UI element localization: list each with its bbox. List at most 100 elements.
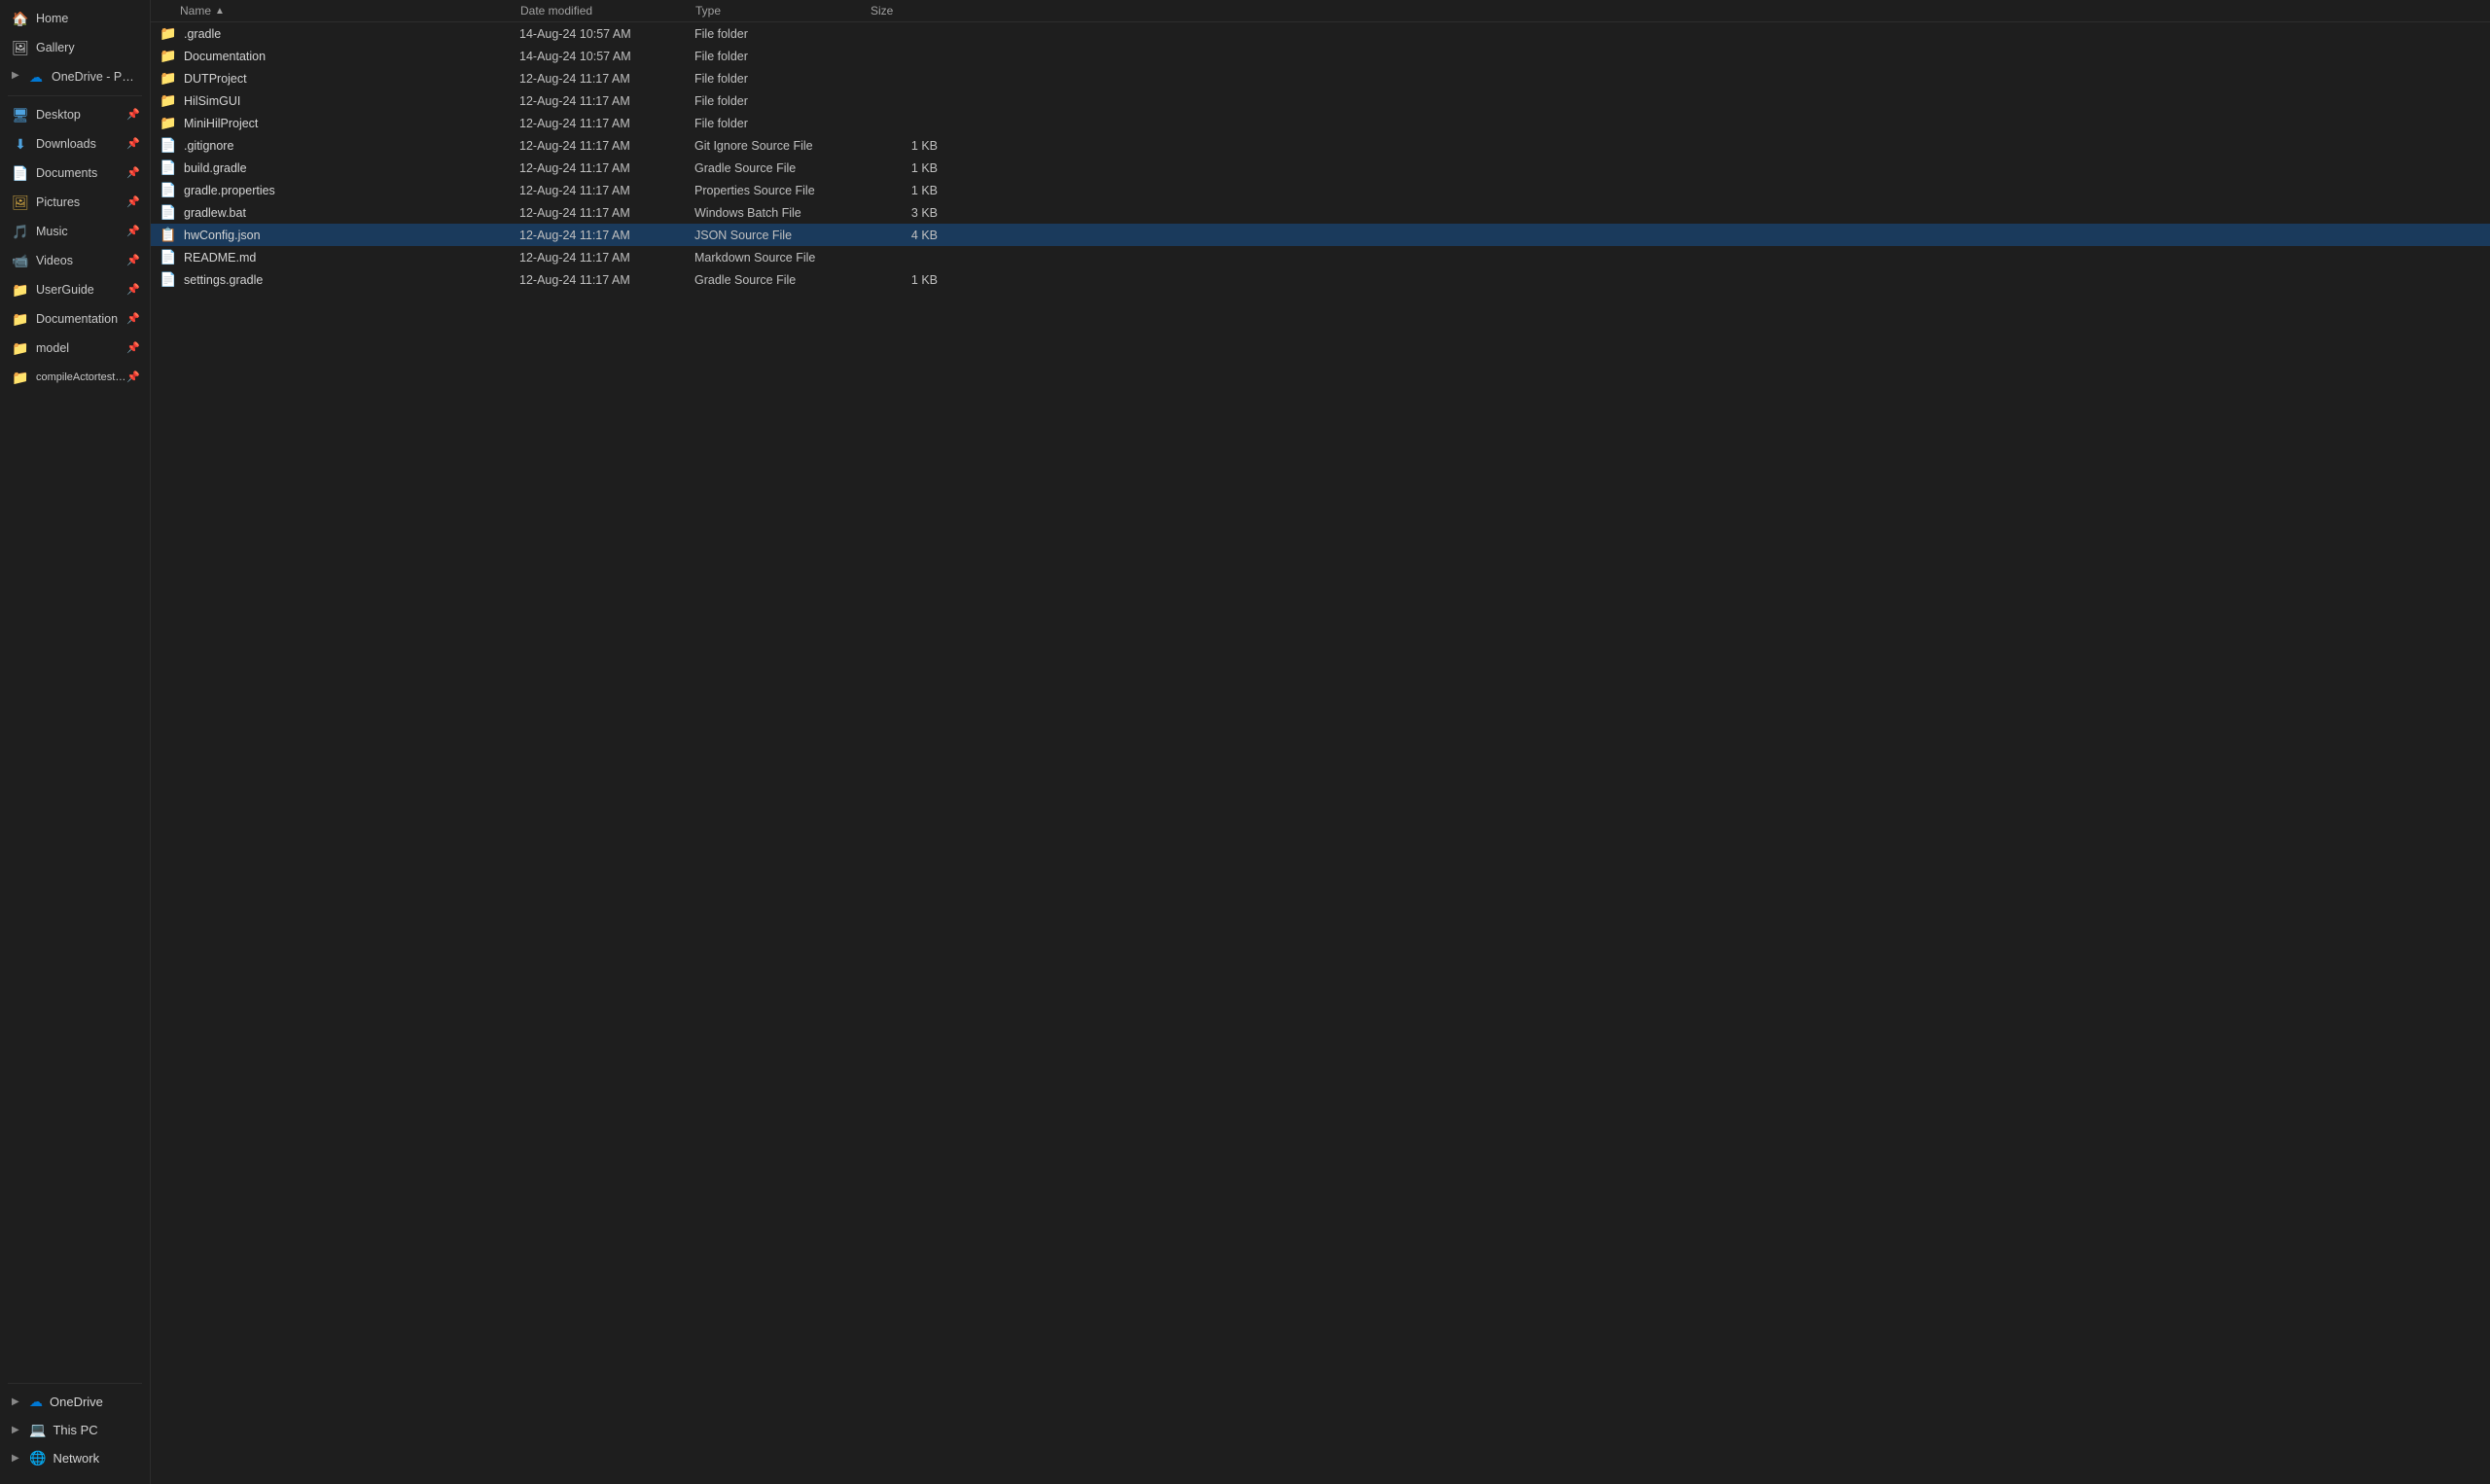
file-size: 3 KB bbox=[870, 206, 947, 220]
sidebar-item-pictures[interactable]: 🖼 Pictures 📌 bbox=[2, 189, 148, 216]
file-type-icon: 📁 bbox=[159, 92, 178, 109]
sidebar-item-documentation[interactable]: 📁 Documentation 📌 bbox=[2, 305, 148, 333]
table-row[interactable]: 📁 HilSimGUI 12-Aug-24 11:17 AM File fold… bbox=[151, 89, 2490, 112]
col-header-name[interactable]: Name ▲ bbox=[151, 4, 520, 18]
file-type: File folder bbox=[694, 117, 870, 130]
table-row[interactable]: 📄 README.md 12-Aug-24 11:17 AM Markdown … bbox=[151, 246, 2490, 268]
chevron-icon: ▶ bbox=[12, 1396, 25, 1407]
file-name: settings.gradle bbox=[184, 273, 519, 287]
pin-icon: 📌 bbox=[126, 137, 140, 151]
sidebar-divider-2 bbox=[8, 1383, 142, 1384]
file-date: 12-Aug-24 11:17 AM bbox=[519, 72, 694, 86]
table-row[interactable]: 📄 gradlew.bat 12-Aug-24 11:17 AM Windows… bbox=[151, 201, 2490, 224]
sidebar-item-videos[interactable]: 📹 Videos 📌 bbox=[2, 247, 148, 274]
sidebar-item-network[interactable]: ▶ 🌐 Network bbox=[2, 1445, 148, 1471]
table-row[interactable]: 📁 .gradle 14-Aug-24 10:57 AM File folder bbox=[151, 22, 2490, 45]
sidebar-item-userguide[interactable]: 📁 UserGuide 📌 bbox=[2, 276, 148, 303]
sidebar-item-label: Downloads bbox=[36, 137, 126, 151]
pin-icon: 📌 bbox=[126, 108, 140, 122]
sidebar-item-documents[interactable]: 📄 Documents 📌 bbox=[2, 159, 148, 187]
table-row[interactable]: 📄 .gitignore 12-Aug-24 11:17 AM Git Igno… bbox=[151, 134, 2490, 157]
videos-icon: 📹 bbox=[12, 252, 29, 269]
network-icon: 🌐 bbox=[29, 1450, 46, 1466]
table-row[interactable]: 📁 DUTProject 12-Aug-24 11:17 AM File fol… bbox=[151, 67, 2490, 89]
sidebar-item-label: Network bbox=[53, 1451, 99, 1466]
sidebar-item-label: Documents bbox=[36, 166, 126, 180]
file-name: MiniHilProject bbox=[184, 117, 519, 130]
onedrive-icon: ☁ bbox=[27, 68, 45, 86]
file-date: 14-Aug-24 10:57 AM bbox=[519, 27, 694, 41]
file-name: HilSimGUI bbox=[184, 94, 519, 108]
table-row[interactable]: 📄 build.gradle 12-Aug-24 11:17 AM Gradle… bbox=[151, 157, 2490, 179]
file-rows-container: 📁 .gradle 14-Aug-24 10:57 AM File folder… bbox=[151, 22, 2490, 291]
sidebar-item-onedrive-personal[interactable]: ▶ ☁ OneDrive - Personal bbox=[2, 63, 148, 90]
file-type-icon: 📁 bbox=[159, 48, 178, 64]
sidebar-item-label: Videos bbox=[36, 254, 126, 267]
table-row[interactable]: 📁 MiniHilProject 12-Aug-24 11:17 AM File… bbox=[151, 112, 2490, 134]
chevron-icon: ▶ bbox=[12, 1453, 25, 1464]
sidebar-item-label: UserGuide bbox=[36, 283, 126, 297]
column-headers: Name ▲ Date modified Type Size bbox=[151, 0, 2490, 22]
music-icon: 🎵 bbox=[12, 223, 29, 240]
sidebar-item-label: Documentation bbox=[36, 312, 126, 326]
file-name: hwConfig.json bbox=[184, 229, 519, 242]
sidebar-item-onedrive[interactable]: ▶ ☁ OneDrive bbox=[2, 1389, 148, 1415]
file-type-icon: 📄 bbox=[159, 249, 178, 265]
file-date: 12-Aug-24 11:17 AM bbox=[519, 251, 694, 265]
file-type: File folder bbox=[694, 27, 870, 41]
pin-icon: 📌 bbox=[126, 225, 140, 238]
sidebar-item-label: Gallery bbox=[36, 41, 140, 54]
file-name: README.md bbox=[184, 251, 519, 265]
file-size: 1 KB bbox=[870, 161, 947, 175]
sidebar-item-label: Pictures bbox=[36, 195, 126, 209]
downloads-icon: ⬇ bbox=[12, 135, 29, 153]
file-name: .gitignore bbox=[184, 139, 519, 153]
file-type: Git Ignore Source File bbox=[694, 139, 870, 153]
sidebar-item-label: OneDrive bbox=[50, 1395, 103, 1409]
table-row[interactable]: 📁 Documentation 14-Aug-24 10:57 AM File … bbox=[151, 45, 2490, 67]
pin-icon: 📌 bbox=[126, 283, 140, 297]
file-type: Gradle Source File bbox=[694, 161, 870, 175]
file-date: 12-Aug-24 11:17 AM bbox=[519, 184, 694, 197]
file-type: File folder bbox=[694, 50, 870, 63]
col-header-date[interactable]: Date modified bbox=[520, 4, 695, 18]
table-row[interactable]: 📋 hwConfig.json 12-Aug-24 11:17 AM JSON … bbox=[151, 224, 2490, 246]
sidebar-item-gallery[interactable]: 🖼 Gallery bbox=[2, 34, 148, 61]
sidebar-item-label: compileActortest_gen... bbox=[36, 371, 126, 383]
sidebar-item-music[interactable]: 🎵 Music 📌 bbox=[2, 218, 148, 245]
pin-icon: 📌 bbox=[126, 341, 140, 355]
sidebar-item-model[interactable]: 📁 model 📌 bbox=[2, 335, 148, 362]
file-size: 1 KB bbox=[870, 184, 947, 197]
pin-icon: 📌 bbox=[126, 371, 140, 384]
file-type-icon: 📄 bbox=[159, 204, 178, 221]
file-type-icon: 📄 bbox=[159, 137, 178, 154]
sidebar-item-desktop[interactable]: 🖥 Desktop 📌 bbox=[2, 101, 148, 128]
file-type-icon: 📁 bbox=[159, 25, 178, 42]
file-type-icon: 📁 bbox=[159, 115, 178, 131]
pictures-icon: 🖼 bbox=[12, 194, 29, 211]
sidebar-divider bbox=[8, 95, 142, 96]
col-header-size[interactable]: Size bbox=[871, 4, 948, 18]
file-type: Windows Batch File bbox=[694, 206, 870, 220]
file-type: File folder bbox=[694, 94, 870, 108]
sidebar-item-label: OneDrive - Personal bbox=[52, 70, 140, 84]
sidebar-item-compileactortest[interactable]: 📁 compileActortest_gen... 📌 bbox=[2, 364, 148, 391]
sidebar-item-label: Music bbox=[36, 225, 126, 238]
col-header-type[interactable]: Type bbox=[695, 4, 871, 18]
documents-icon: 📄 bbox=[12, 164, 29, 182]
sidebar-item-label: Home bbox=[36, 12, 140, 25]
file-type: Gradle Source File bbox=[694, 273, 870, 287]
chevron-icon: ▶ bbox=[12, 1425, 25, 1435]
file-size: 1 KB bbox=[870, 139, 947, 153]
sidebar-item-home[interactable]: 🏠 Home bbox=[2, 5, 148, 32]
file-date: 12-Aug-24 11:17 AM bbox=[519, 273, 694, 287]
file-name: gradle.properties bbox=[184, 184, 519, 197]
file-type-icon: 📁 bbox=[159, 70, 178, 87]
sidebar-item-downloads[interactable]: ⬇ Downloads 📌 bbox=[2, 130, 148, 158]
sidebar-item-label: model bbox=[36, 341, 126, 355]
file-date: 12-Aug-24 11:17 AM bbox=[519, 117, 694, 130]
sidebar-item-this-pc[interactable]: ▶ 💻 This PC bbox=[2, 1417, 148, 1443]
table-row[interactable]: 📄 gradle.properties 12-Aug-24 11:17 AM P… bbox=[151, 179, 2490, 201]
table-row[interactable]: 📄 settings.gradle 12-Aug-24 11:17 AM Gra… bbox=[151, 268, 2490, 291]
folder-icon: 📁 bbox=[12, 310, 29, 328]
